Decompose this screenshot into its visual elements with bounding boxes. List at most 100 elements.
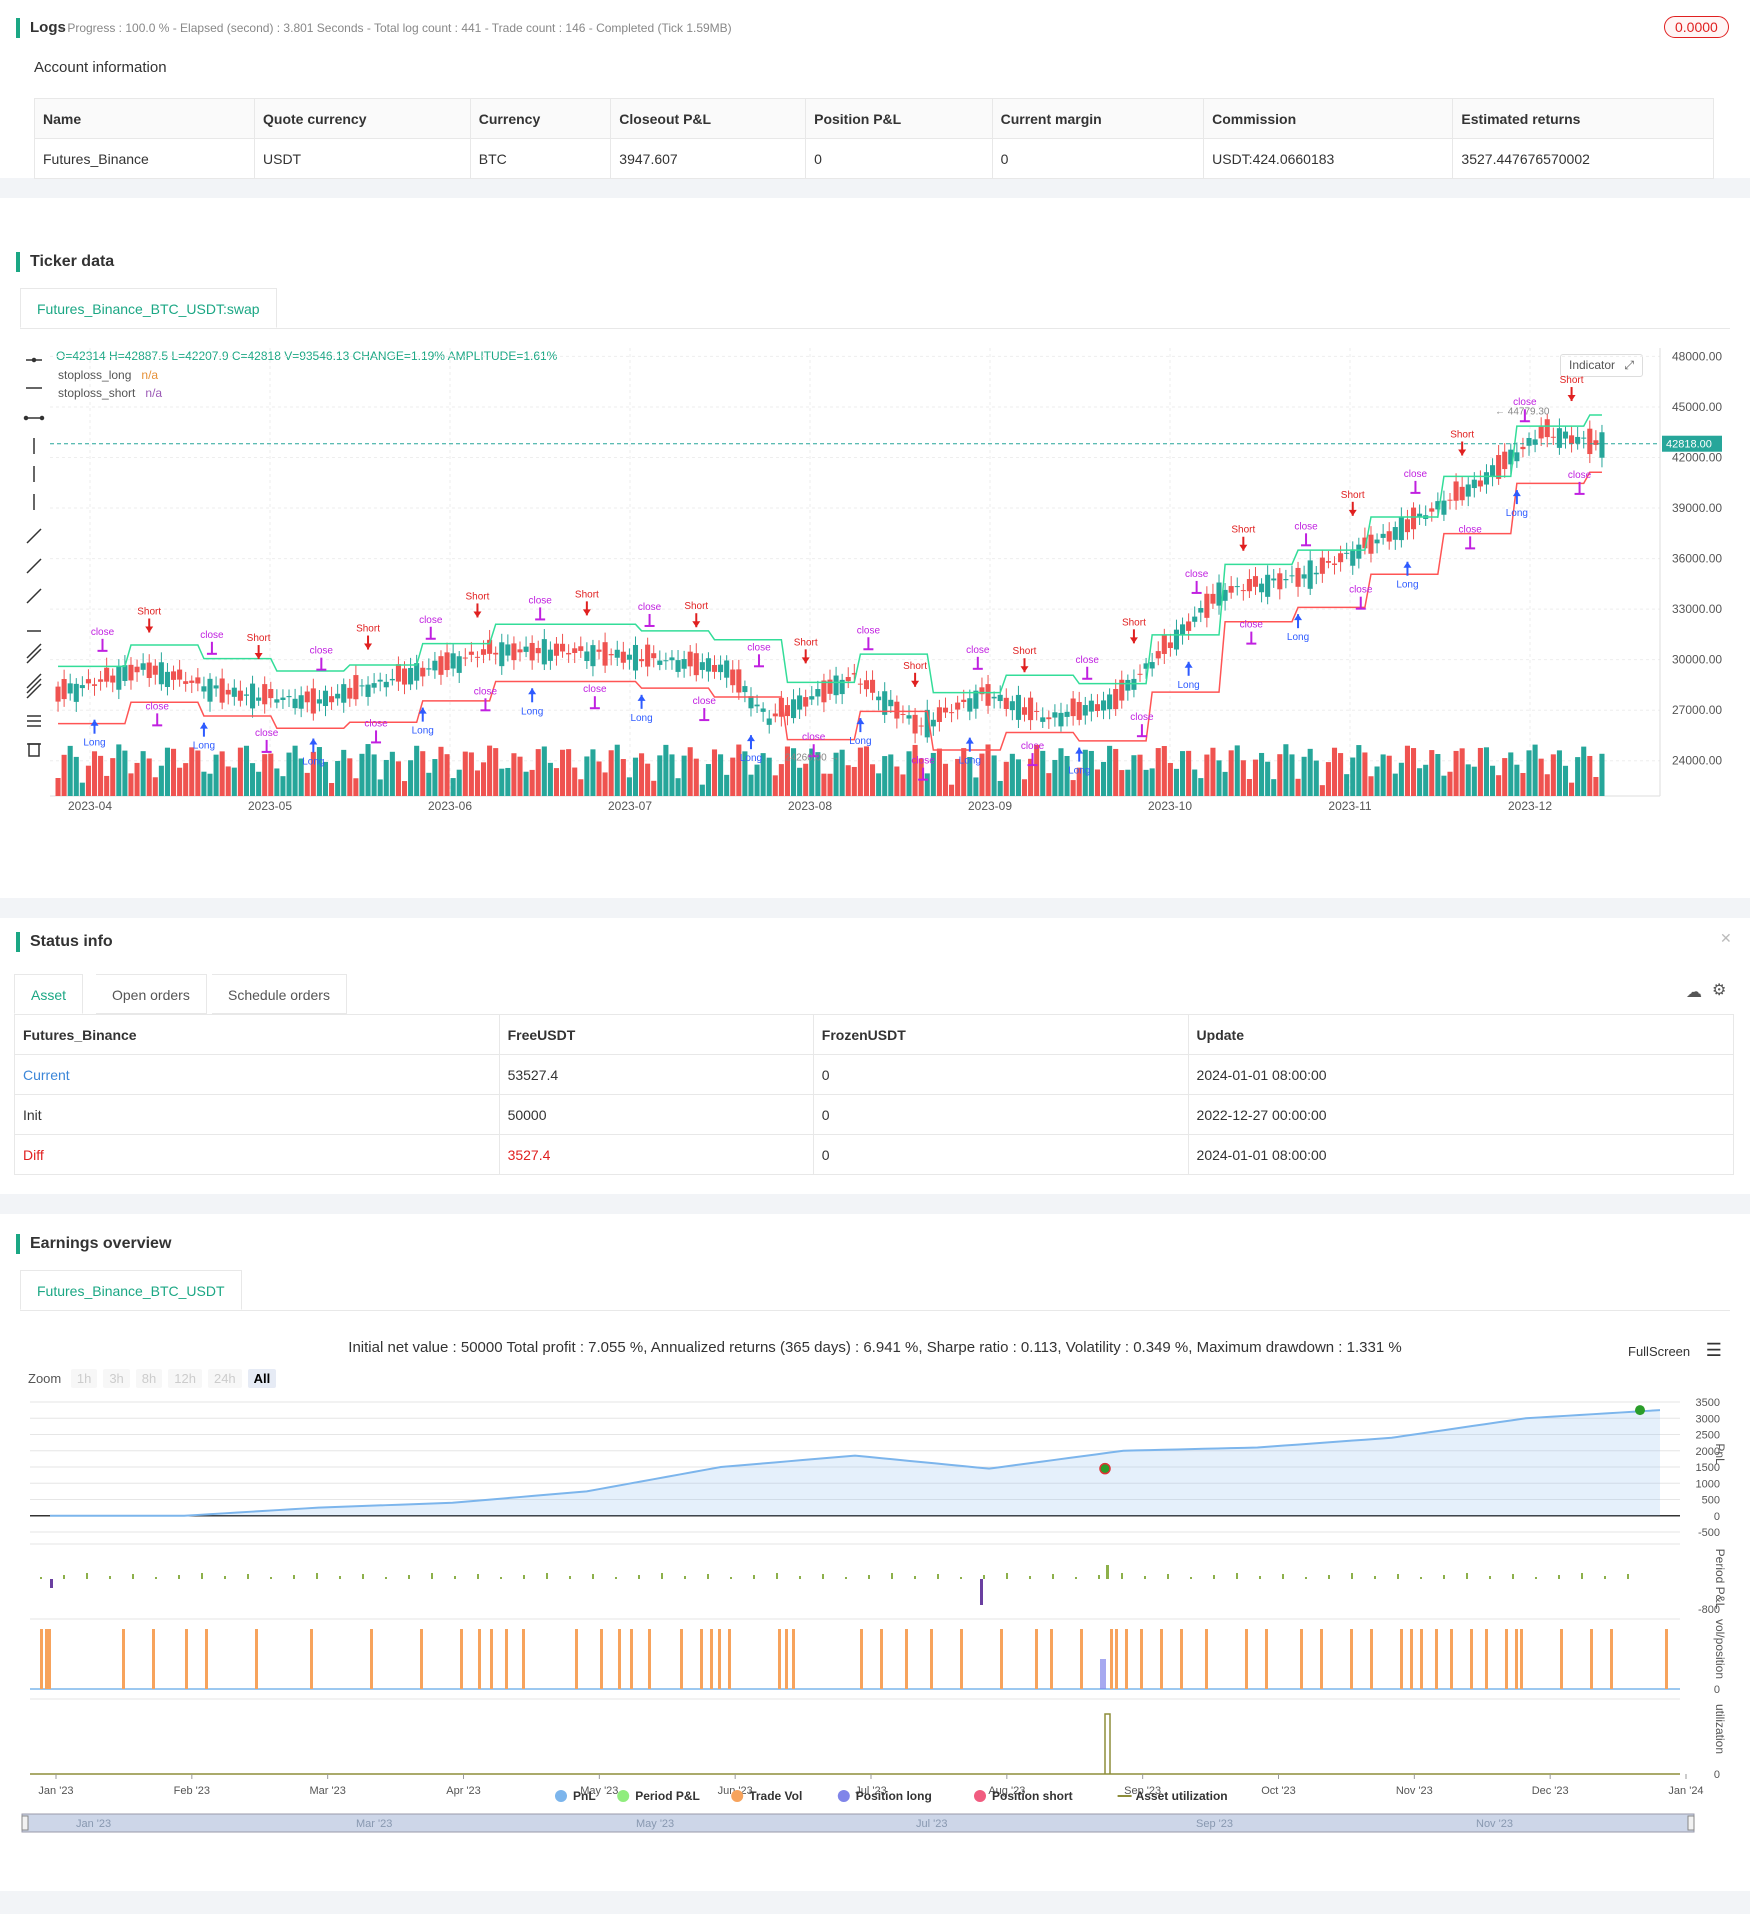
- volume-bar: [1125, 769, 1131, 796]
- volume-bar: [523, 771, 529, 796]
- volume-bar: [590, 749, 596, 796]
- y-tick-label: 39000.00: [1672, 501, 1722, 515]
- zoom-option-12h[interactable]: 12h: [168, 1369, 202, 1388]
- logs-badge[interactable]: 0.0000: [1664, 16, 1729, 38]
- candle-body: [79, 685, 85, 689]
- volume-bar: [377, 779, 383, 796]
- trade-vol-bar: [490, 1629, 493, 1689]
- period-bar: [1512, 1574, 1514, 1579]
- volume-bar: [876, 773, 882, 796]
- tab-ticker-symbol[interactable]: Futures_Binance_BTC_USDT:swap: [20, 288, 277, 328]
- volume-bar: [748, 774, 754, 796]
- volume-bar: [900, 774, 906, 796]
- trade-vol-bar: [1000, 1629, 1003, 1689]
- volume-bar: [1526, 750, 1532, 796]
- x-tick-label: Feb '23: [174, 1785, 210, 1797]
- zoom-option-3h[interactable]: 3h: [103, 1369, 130, 1388]
- volume-bar: [61, 754, 67, 796]
- volume-bar: [286, 752, 292, 796]
- stoploss-short-line: [58, 414, 1602, 694]
- candle-body: [499, 642, 505, 667]
- cloud-download-icon[interactable]: ☁: [1686, 982, 1702, 1002]
- asset-cell: 53527.4: [498, 1054, 814, 1095]
- tab-earnings-symbol[interactable]: Futures_Binance_BTC_USDT: [20, 1270, 242, 1310]
- asset-cell: 0: [812, 1054, 1189, 1095]
- logs-progress: - Progress : 100.0 % - Elapsed (second) …: [60, 21, 732, 35]
- earnings-chart[interactable]: 3500300025002000150010005000-500-80000Pn…: [0, 1394, 1750, 1914]
- candle-body: [158, 662, 164, 685]
- candle-body: [1088, 700, 1094, 712]
- legend-dot: [731, 1790, 744, 1802]
- period-bar: [1443, 1575, 1445, 1579]
- trade-label: Short: [247, 633, 271, 644]
- volume-bar: [1575, 757, 1581, 796]
- candle-body: [401, 668, 408, 685]
- trade-vol-bar: [630, 1629, 633, 1689]
- zoom-option-24h[interactable]: 24h: [207, 1369, 242, 1388]
- volume-bar: [1338, 753, 1344, 796]
- period-bar: [937, 1574, 939, 1579]
- tab-asset[interactable]: Asset: [14, 974, 84, 1014]
- zoom-option-All[interactable]: All: [247, 1369, 277, 1388]
- close-icon[interactable]: ✕: [1720, 930, 1732, 947]
- tab-open-orders[interactable]: Open orders: [96, 974, 207, 1014]
- y-tick-label: 33000.00: [1672, 602, 1722, 616]
- volume-bar: [1167, 763, 1173, 796]
- volume-bar: [1198, 778, 1204, 796]
- volume-bar: [371, 754, 377, 796]
- period-bar: [891, 1573, 893, 1579]
- volume-bar: [164, 747, 170, 796]
- fullscreen-button[interactable]: FullScreen ☰: [1628, 1340, 1722, 1361]
- period-bar: [1144, 1576, 1146, 1579]
- zoom-option-8h[interactable]: 8h: [135, 1369, 163, 1388]
- period-bar: [569, 1576, 571, 1579]
- candle-body: [578, 646, 584, 651]
- account-col-header: Quote currency: [254, 98, 471, 139]
- candle-body: [1155, 651, 1161, 659]
- candle-body: [1319, 557, 1325, 574]
- candle-body: [104, 667, 110, 682]
- candle-body: [1003, 697, 1009, 709]
- menu-icon[interactable]: ☰: [1706, 1340, 1722, 1360]
- period-bar: [868, 1575, 870, 1579]
- candle-body: [541, 639, 547, 665]
- trade-vol-bar: [960, 1629, 963, 1689]
- volume-bar: [1441, 775, 1447, 796]
- volume-bar: [1350, 757, 1356, 796]
- trade-vol-bar: [1590, 1629, 1593, 1689]
- stoploss-long-line: [58, 471, 1602, 751]
- trade-vol-bar: [785, 1629, 788, 1689]
- volume-bar: [596, 761, 602, 796]
- legend-item: Period P&L: [635, 1789, 700, 1803]
- candle-body: [377, 679, 383, 682]
- trade-vol-bar: [700, 1629, 703, 1689]
- candle-body: [353, 675, 359, 700]
- candle-body: [207, 678, 213, 702]
- volume-bar: [936, 748, 942, 796]
- volume-bar: [669, 754, 675, 796]
- legend-dot: [974, 1790, 986, 1802]
- trade-vol-bar: [1080, 1629, 1083, 1689]
- volume-bar: [110, 758, 116, 796]
- trade-vol-bar: [618, 1629, 621, 1689]
- asset-cell[interactable]: Current: [14, 1054, 500, 1095]
- volume-bar: [468, 752, 474, 796]
- volume-bar: [632, 757, 639, 796]
- gear-icon[interactable]: ⚙: [1712, 980, 1726, 1000]
- period-bar: [914, 1576, 916, 1579]
- candle-body: [1252, 576, 1259, 587]
- zoom-option-1h[interactable]: 1h: [70, 1369, 98, 1388]
- volume-bar: [1459, 748, 1465, 796]
- account-col-header: Closeout P&L: [610, 98, 807, 139]
- close-label: close: [1240, 620, 1264, 631]
- period-bar: [63, 1575, 65, 1579]
- close-label: close: [1404, 469, 1428, 480]
- volume-bar: [85, 765, 91, 796]
- candle-body: [1477, 480, 1483, 487]
- period-bar: [1075, 1577, 1077, 1579]
- tab-schedule-orders[interactable]: Schedule orders: [212, 974, 347, 1014]
- candle-body: [1210, 593, 1216, 604]
- candle-body: [1216, 582, 1222, 606]
- candlestick-chart[interactable]: 48000.00 45000.00 42000.00 39000.00 36000.00…: [0, 336, 1750, 836]
- period-bar: [408, 1575, 410, 1579]
